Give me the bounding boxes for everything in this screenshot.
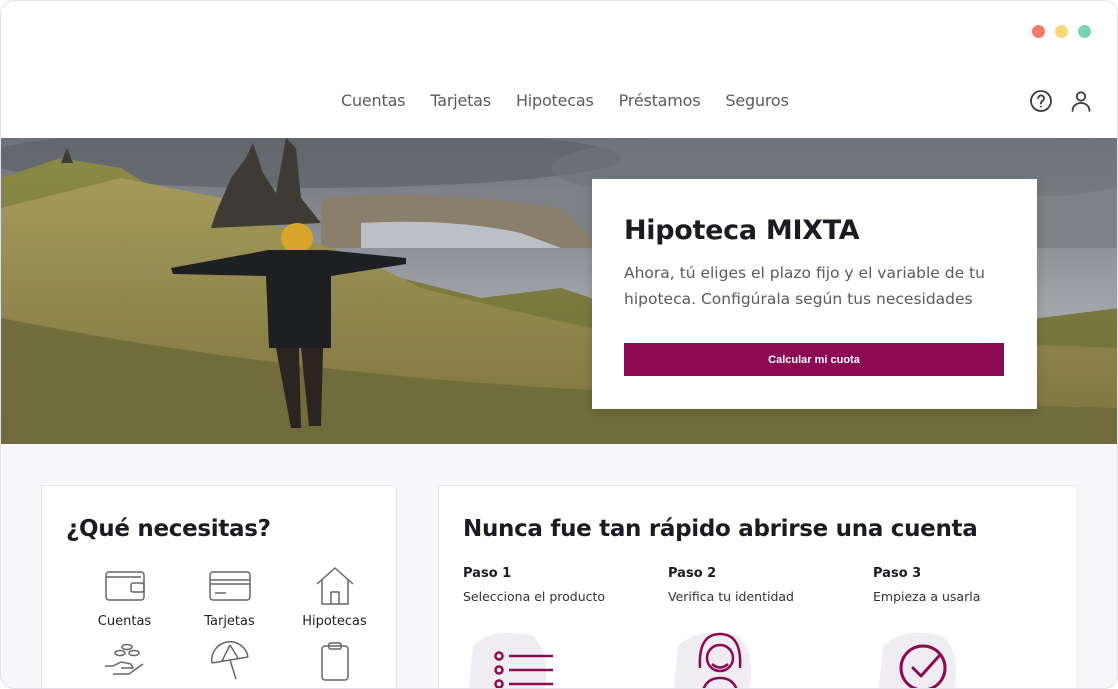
step-title: Paso 2 [668,566,717,581]
hero-description: Ahora, tú eliges el plazo fijo y el vari… [624,264,985,308]
person-icon [673,632,752,688]
minimize-dot[interactable] [1055,25,1068,38]
nav-item-cuentas[interactable]: Cuentas [341,91,406,110]
nav-icons [1029,89,1093,113]
step-3: Paso 3 Empieza a usarla [873,566,1078,604]
need-seguros[interactable] [177,639,282,683]
need-other[interactable] [282,639,387,683]
house-icon [313,564,357,608]
steps-title: Nunca fue tan rápido abrirse una cuenta [463,516,978,542]
step-title: Paso 1 [463,566,512,581]
user-icon[interactable] [1069,89,1093,113]
question-circle-icon[interactable] [1029,89,1053,113]
nav-item-prestamos[interactable]: Préstamos [619,91,701,110]
wallet-icon [103,564,147,608]
hero-title: Hipoteca MIXTA [624,215,860,246]
steps-card: Nunca fue tan rápido abrirse una cuenta … [438,485,1078,688]
nav-item-tarjetas[interactable]: Tarjetas [430,91,491,110]
needs-card: ¿Qué necesitas? Cuentas Tarjetas Hipotec… [41,485,397,688]
need-tarjetas[interactable]: Tarjetas [177,564,282,629]
umbrella-icon [208,639,252,683]
close-dot[interactable] [1032,25,1045,38]
step-description: Selecciona el producto [463,589,606,604]
calculate-quota-button[interactable]: Calcular mi cuota [624,343,1004,376]
clipboard-icon [313,639,357,683]
need-prestamos[interactable] [72,639,177,683]
window-controls [1032,25,1091,38]
steps-list: Paso 1 Selecciona el producto Paso 2 Ver… [463,566,1078,604]
need-label: Cuentas [97,614,152,629]
nav-item-hipotecas[interactable]: Hipotecas [516,91,594,110]
top-bar: Cuentas Tarjetas Hipotecas Préstamos Seg… [1,1,1117,138]
hero-promo-card: Hipoteca MIXTA Ahora, tú eliges el plazo… [592,179,1037,409]
check-circle-icon [878,632,957,688]
need-hipotecas[interactable]: Hipotecas [282,564,387,629]
step-1: Paso 1 Selecciona el producto [463,566,668,604]
nav-item-seguros[interactable]: Seguros [725,91,788,110]
hero-banner: Hipoteca MIXTA Ahora, tú eliges el plazo… [1,138,1117,444]
maximize-dot[interactable] [1078,25,1091,38]
need-label: Tarjetas [204,614,255,629]
needs-title: ¿Qué necesitas? [66,516,271,542]
step-2: Paso 2 Verifica tu identidad [668,566,873,604]
need-label: Hipotecas [302,614,367,629]
hand-coins-icon [103,639,147,683]
step-description: Verifica tu identidad [668,589,794,604]
list-icon [468,632,553,688]
credit-card-icon [208,564,252,608]
browser-window: Cuentas Tarjetas Hipotecas Préstamos Seg… [0,0,1118,689]
need-cuentas[interactable]: Cuentas [72,564,177,629]
needs-grid: Cuentas Tarjetas Hipotecas [72,564,387,683]
step-title: Paso 3 [873,566,922,581]
main-nav: Cuentas Tarjetas Hipotecas Préstamos Seg… [341,91,789,110]
step-description: Empieza a usarla [873,589,981,604]
